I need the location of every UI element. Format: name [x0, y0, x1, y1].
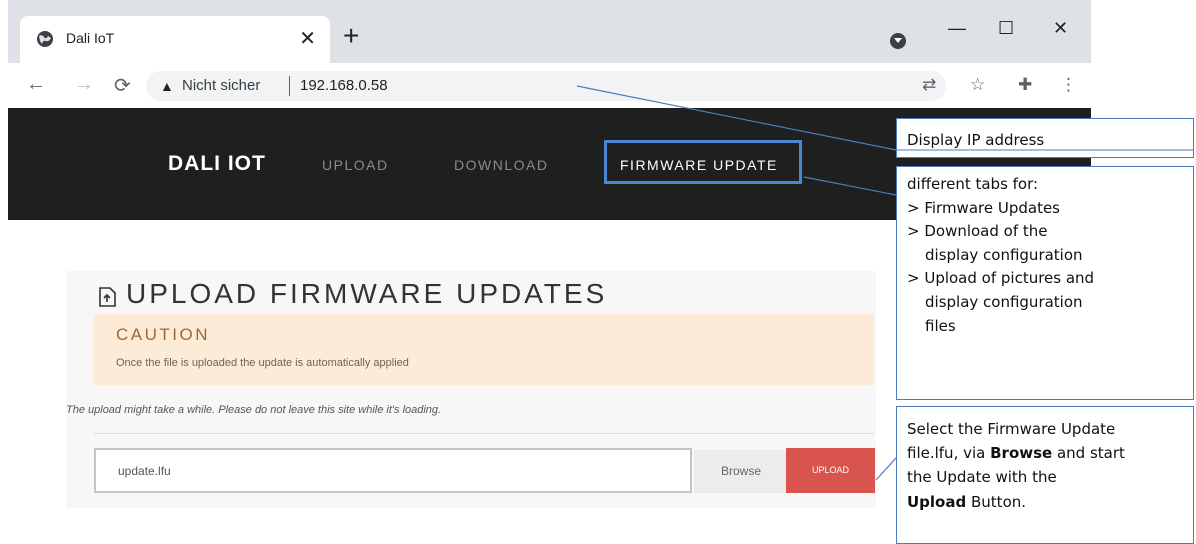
callout-tabs-line: different tabs for: [907, 175, 1039, 193]
site-brand[interactable]: DALI IOT [168, 152, 266, 176]
callout-upload-text: Button. [966, 492, 1027, 511]
callout-upload-line: Select the Firmware Update [907, 420, 1116, 438]
file-input[interactable]: update.lfu [94, 448, 692, 493]
callout-tabs-line: > Upload of pictures and [907, 269, 1095, 288]
callout-tabs-line: > Download of the [907, 222, 1048, 241]
tab-close-icon[interactable]: ✕ [299, 26, 316, 51]
translate-icon[interactable]: ⇄ [922, 75, 936, 95]
url-text[interactable]: 192.168.0.58 [300, 77, 388, 94]
callout-ip-address: Display IP address [896, 118, 1194, 158]
upload-note: The upload might take a while. Please do… [66, 404, 442, 416]
upload-panel: UPLOAD FIRMWARE UPDATES CAUTION Once the… [66, 271, 876, 508]
divider [94, 433, 874, 434]
globe-icon [37, 31, 53, 47]
callout-tabs-line: display configuration [925, 245, 1083, 264]
tab-title: Dali IoT [66, 30, 115, 46]
callout-upload-text: file.lfu, via [907, 444, 991, 463]
callout-tabs: different tabs for: > Firmware Updates >… [896, 166, 1194, 400]
callout-upload-line: Upload Button. [907, 490, 1193, 514]
caution-alert: CAUTION Once the file is uploaded the up… [94, 314, 874, 385]
callout-browse-bold: Browse [990, 444, 1053, 463]
back-arrow-icon[interactable]: ← [26, 73, 46, 96]
address-separator [289, 76, 290, 96]
forward-arrow-icon[interactable]: → [74, 73, 94, 96]
browser-tab[interactable]: Dali IoT ✕ [20, 16, 330, 63]
nav-download[interactable]: DOWNLOAD [454, 157, 548, 173]
callout-upload-line: the Update with the [907, 468, 1057, 487]
callout-upload-bold: Upload [907, 492, 967, 511]
callout-tabs-line: files [925, 316, 956, 335]
maximize-button[interactable]: ☐ [998, 18, 1014, 39]
file-upload-icon [99, 287, 116, 307]
callout-tabs-line: > Firmware Updates [907, 198, 1060, 217]
tab-strip: Dali IoT ✕ + — ☐ ✕ [8, 0, 1091, 63]
address-bar[interactable]: ▲ Nicht sicher 192.168.0.58 [146, 71, 946, 101]
callout-upload-line: file.lfu, via Browse and start [907, 441, 1193, 465]
upload-button[interactable]: UPLOAD [786, 448, 875, 493]
profile-dropdown-icon[interactable] [890, 33, 906, 49]
close-window-button[interactable]: ✕ [1053, 18, 1068, 39]
callout-upload: Select the Firmware Update file.lfu, via… [896, 406, 1194, 544]
warning-icon[interactable]: ▲ [160, 78, 174, 94]
connector-upload [875, 457, 897, 481]
callout-ip-text: Display IP address [907, 131, 1045, 149]
caution-heading: CAUTION [116, 325, 210, 344]
page-title: UPLOAD FIRMWARE UPDATES [126, 278, 608, 309]
bookmark-star-icon[interactable]: ☆ [970, 75, 985, 95]
caution-text: Once the file is uploaded the update is … [116, 357, 409, 369]
firmware-tab-highlight [604, 140, 802, 184]
file-name: update.lfu [118, 464, 171, 478]
callout-tabs-line: display configuration [925, 292, 1083, 311]
callout-upload-text: and start [1052, 444, 1125, 463]
browse-button[interactable]: Browse [694, 450, 788, 493]
minimize-button[interactable]: — [948, 18, 966, 39]
reload-icon[interactable]: ⟳ [114, 73, 131, 98]
new-tab-button[interactable]: + [343, 22, 359, 50]
security-label[interactable]: Nicht sicher [182, 77, 260, 94]
nav-upload[interactable]: UPLOAD [322, 157, 389, 173]
extensions-puzzle-icon[interactable]: ✚ [1018, 75, 1032, 95]
browser-toolbar: ← → ⟳ ▲ Nicht sicher 192.168.0.58 ⇄ ☆ ✚ … [8, 63, 1091, 108]
menu-kebab-icon[interactable]: ⋮ [1060, 75, 1077, 95]
